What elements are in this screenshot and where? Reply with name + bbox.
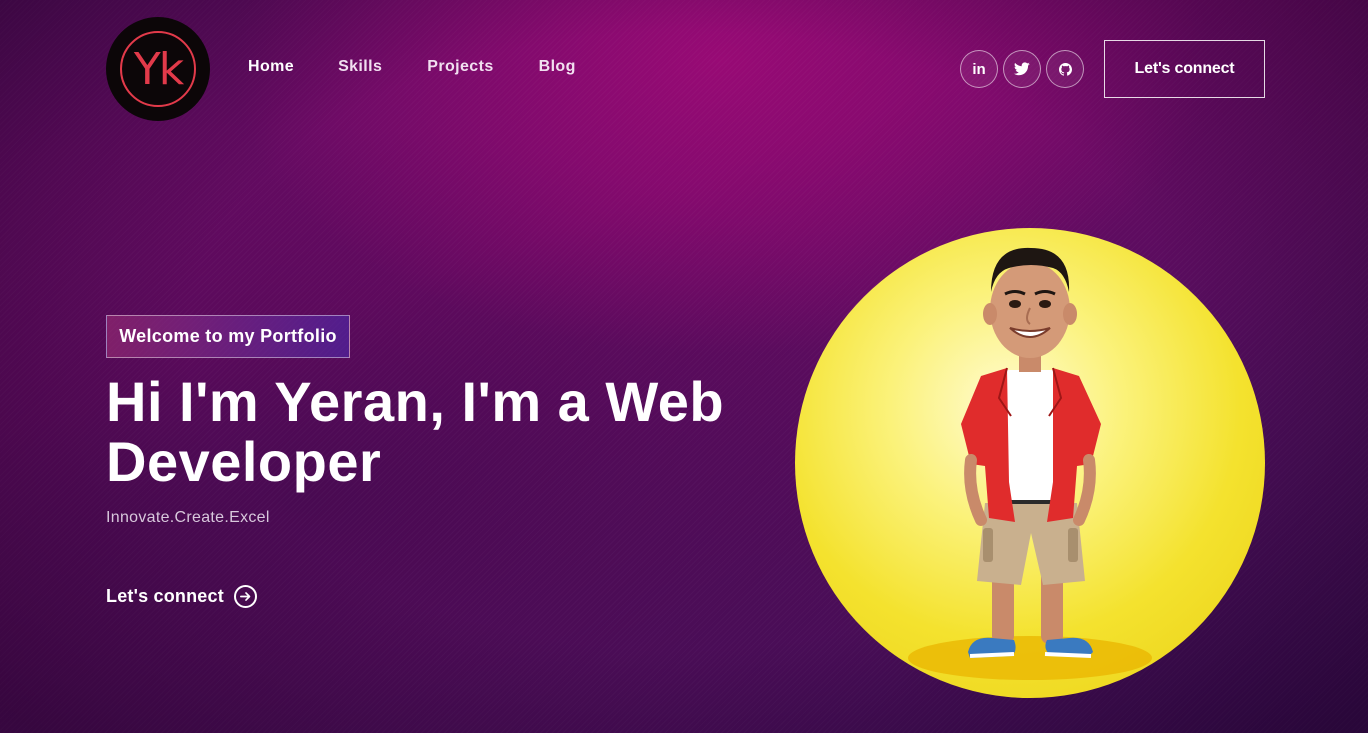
nav-link-projects[interactable]: Projects <box>427 58 493 76</box>
nav-link-blog[interactable]: Blog <box>539 58 576 76</box>
linkedin-button[interactable]: in <box>960 50 998 88</box>
logo-text: Yk <box>133 43 184 95</box>
twitter-button[interactable] <box>1003 50 1041 88</box>
developer-avatar-illustration <box>908 247 1152 680</box>
github-button[interactable] <box>1046 50 1084 88</box>
arrow-right-circle-icon <box>233 585 257 608</box>
twitter-icon <box>1014 62 1030 76</box>
welcome-tagline: Welcome to my Portfolio <box>106 315 350 358</box>
linkedin-icon: in <box>972 60 986 78</box>
nav-link-home[interactable]: Home <box>248 58 294 76</box>
header-connect-button[interactable]: Let's connect <box>1104 40 1265 98</box>
hero-connect-label: Let's connect <box>106 586 224 606</box>
github-icon <box>1058 62 1072 76</box>
hero-subtitle: Innovate.Create.Excel <box>106 509 270 526</box>
nav-link-skills[interactable]: Skills <box>338 58 382 76</box>
hero-connect-button[interactable]: Let's connect <box>106 585 257 608</box>
social-links: in <box>960 50 1084 88</box>
main-nav: Home Skills Projects Blog <box>248 58 576 76</box>
avatar <box>795 228 1265 698</box>
hero-headline: Hi I'm Yeran, I'm a Web Developer <box>106 370 725 493</box>
logo-mark: Yk <box>120 31 196 107</box>
site-logo[interactable]: Yk <box>106 17 210 121</box>
